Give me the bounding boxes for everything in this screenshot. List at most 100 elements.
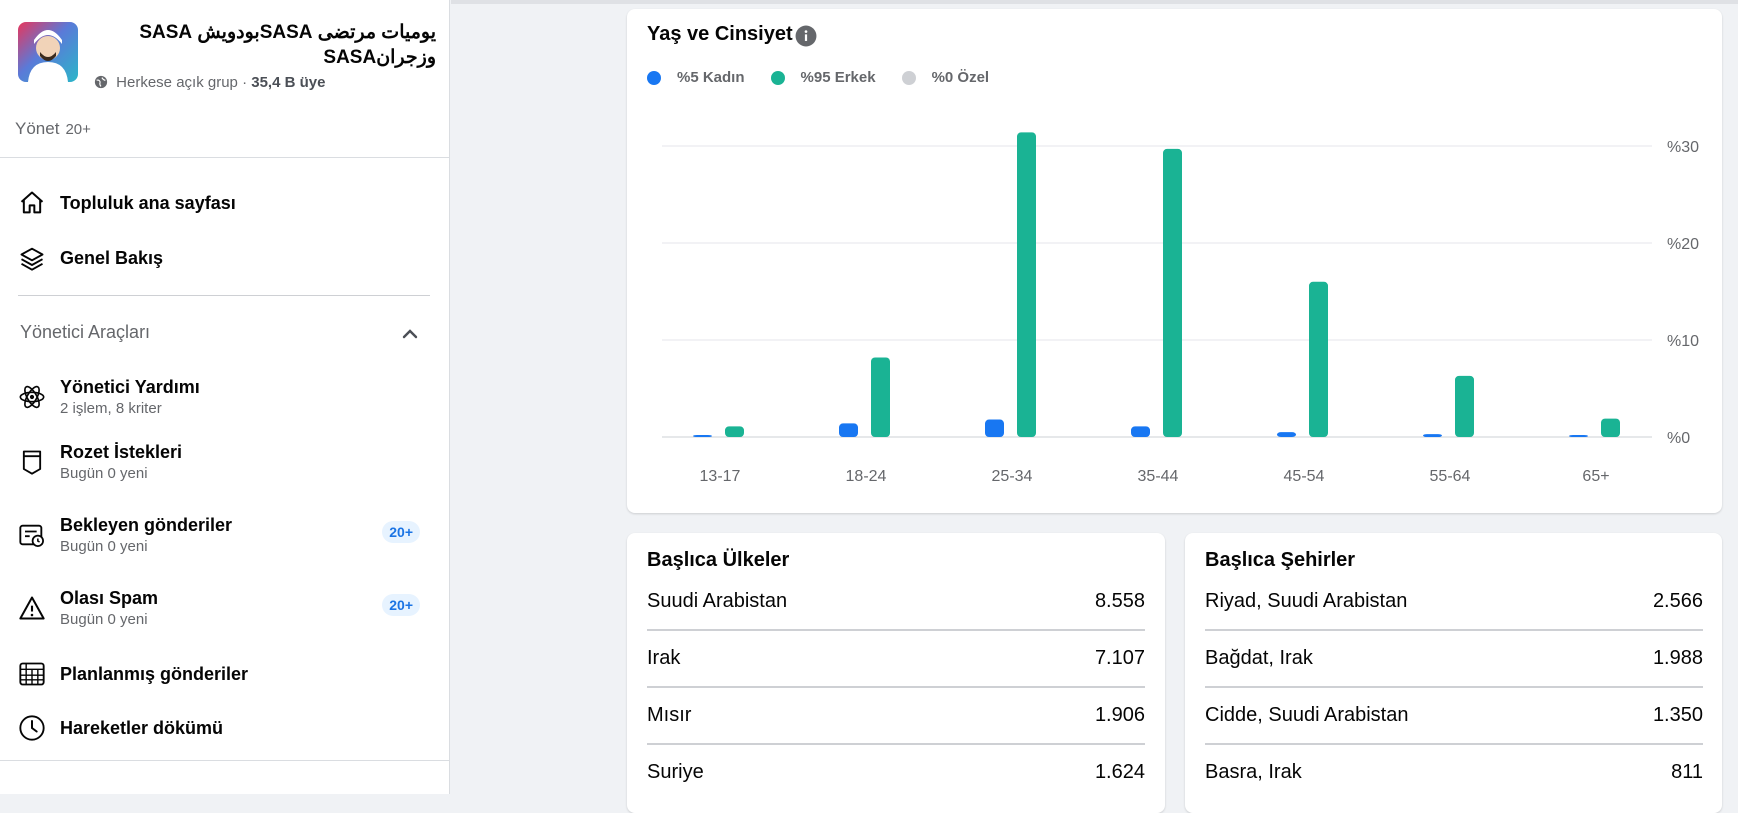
manage-section: Yönet 20+ [15,119,91,139]
list-row: Suudi Arabistan 8.558 [647,573,1145,631]
badge-icon [18,448,46,476]
row-value: 811 [1671,760,1703,783]
legend-swatch [901,70,916,85]
info-icon[interactable] [795,25,817,47]
legend-swatch [770,70,785,85]
nav-pending-posts[interactable]: Bekleyen gönderiler Bugün 0 yeni 20+ [18,509,438,561]
nav-sub: Bugün 0 yeni [60,611,148,628]
nav-possible-spam[interactable]: Olası Spam Bugün 0 yeni 20+ [18,582,438,634]
pending-count-badge: 20+ [382,521,420,543]
x-tick-label: 65+ [1582,468,1609,485]
list-title: Başlıca Ülkeler [647,549,790,571]
bar-kadın-13-17 [693,435,712,437]
home-icon [18,189,46,217]
bar-erkek-55-64 [1455,375,1474,437]
spam-count-badge: 20+ [382,594,420,616]
bar-erkek-35-44 [1163,148,1182,437]
nav-label: Rozet İstekleri [60,442,183,462]
legend-label: %95 Erkek [800,69,876,86]
row-value: 1.624 [1094,760,1145,783]
x-tick-label: 45-54 [1284,468,1325,485]
legend-label: %0 Özel [931,69,990,86]
divider [0,760,450,761]
bar-erkek-45-54 [1309,281,1328,437]
pending-posts-icon [18,521,46,549]
bar-kadın-18-24 [839,423,858,437]
nav-activity-log[interactable]: Hareketler dökümü [18,706,438,750]
bar-kadın-55-64 [1423,434,1442,437]
admin-sidebar: يوميات مرتضى SASAبودويش SASA وزجرانSASA … [0,0,450,794]
chevron-up-icon [402,329,418,339]
bar-kadın-65+ [1569,435,1588,437]
legend-swatch [647,70,661,85]
group-name[interactable]: يوميات مرتضى SASAبودويش SASA وزجرانSASA [96,20,436,70]
nav-label: Genel Bakış [60,247,164,268]
avatar-person-image [28,30,68,82]
nav-label: Hareketler dökümü [60,717,224,738]
legend-item-male: %95 Erkek [770,69,876,86]
meta-separator: · [237,74,252,91]
list-row: Bağdat, Irak 1.988 [1205,630,1703,688]
bar-kadın-45-54 [1277,432,1296,437]
manage-label: Yönet [15,119,60,138]
top-cities-card: Başlıca Şehirler Riyad, Suudi Arabistan 2… [1185,533,1722,813]
y-tick-label: %30 [1667,139,1699,156]
y-tick-label: %20 [1667,236,1699,253]
x-tick-label: 35-44 [1138,468,1179,485]
nav-sub: Bugün 0 yeni [60,465,148,482]
divider [0,157,450,158]
row-name: Cidde, Suudi Arabistan [1205,703,1409,726]
top-countries-card: Başlıca Ülkeler Suudi Arabistan 8.558 Ira… [627,533,1165,813]
layers-icon [18,244,46,272]
nav-label: Yönetici Yardımı [60,377,200,397]
bar-kadın-35-44 [1131,426,1150,437]
row-value: 8.558 [1094,589,1145,612]
legend-item-female: %5 Kadın [647,69,745,86]
x-tick-label: 55-64 [1430,468,1471,485]
row-name: Basra, Irak [1205,760,1302,783]
nav-label: Bekleyen gönderiler [60,515,233,535]
list-row: Mısır 1.906 [647,687,1145,745]
legend-item-private: %0 Özel [901,69,990,86]
list-row: Irak 7.107 [647,630,1145,688]
nav-sub: 2 işlem, 8 kriter [60,400,162,417]
age-gender-card: Yaş ve Cinsiyet %5 Kadın %95 Erkek %0 Öz… [627,9,1722,513]
calendar-icon [18,660,46,688]
manage-count: 20+ [65,121,91,138]
row-name: Suudi Arabistan [647,589,788,612]
nav-admin-assist[interactable]: Yönetici Yardımı 2 işlem, 8 kriter [18,372,438,422]
list-title: Başlıca Şehirler [1205,549,1356,571]
y-tick-label: %10 [1667,333,1699,350]
age-gender-bar-chart: %0 %10 %20 %30 13-17 18-24 25-34 35-44 45-54 55-6… [662,132,1699,485]
nav-scheduled-posts[interactable]: Planlanmış gönderiler [18,652,438,696]
row-name: Bağdat, Irak [1205,646,1313,669]
divider [18,295,430,296]
row-name: Suriye [647,760,704,783]
nav-overview[interactable]: Genel Bakış [18,236,438,280]
group-meta: Herkese açık grup · 35,4 B üye [94,74,325,91]
row-value: 1.350 [1652,703,1703,726]
group-privacy: Herkese açık grup [116,74,238,91]
nav-badge-requests[interactable]: Rozet İstekleri Bugün 0 yeni [18,436,438,488]
nav-sub: Bugün 0 yeni [60,538,148,555]
legend-label: %5 Kadın [677,69,745,86]
row-value: 1.906 [1094,703,1145,726]
group-avatar[interactable] [18,22,78,82]
list-row: Suriye 1.624 [647,744,1145,800]
group-header: يوميات مرتضى SASAبودويش SASA وزجرانSASA … [18,20,436,100]
row-value: 2.566 [1652,589,1703,612]
group-members[interactable]: 35,4 B üye [251,74,325,91]
y-tick-label: %0 [1667,430,1690,447]
chart-legend: %5 Kadın %95 Erkek %0 Özel [647,69,989,86]
bar-erkek-13-17 [725,426,744,437]
atom-icon [18,383,46,411]
nav-label: Topluluk ana sayfası [60,192,236,213]
nav-label: Planlanmış gönderiler [60,663,249,684]
list-row: Riyad, Suudi Arabistan 2.566 [1205,573,1703,631]
admin-tools-toggle[interactable]: Yönetici Araçları [20,322,420,348]
card-title: Yaş ve Cinsiyet [647,23,793,45]
x-tick-label: 18-24 [846,468,887,485]
globe-icon [94,75,108,89]
x-tick-label: 25-34 [992,468,1033,485]
nav-community-home[interactable]: Topluluk ana sayfası [18,181,438,225]
